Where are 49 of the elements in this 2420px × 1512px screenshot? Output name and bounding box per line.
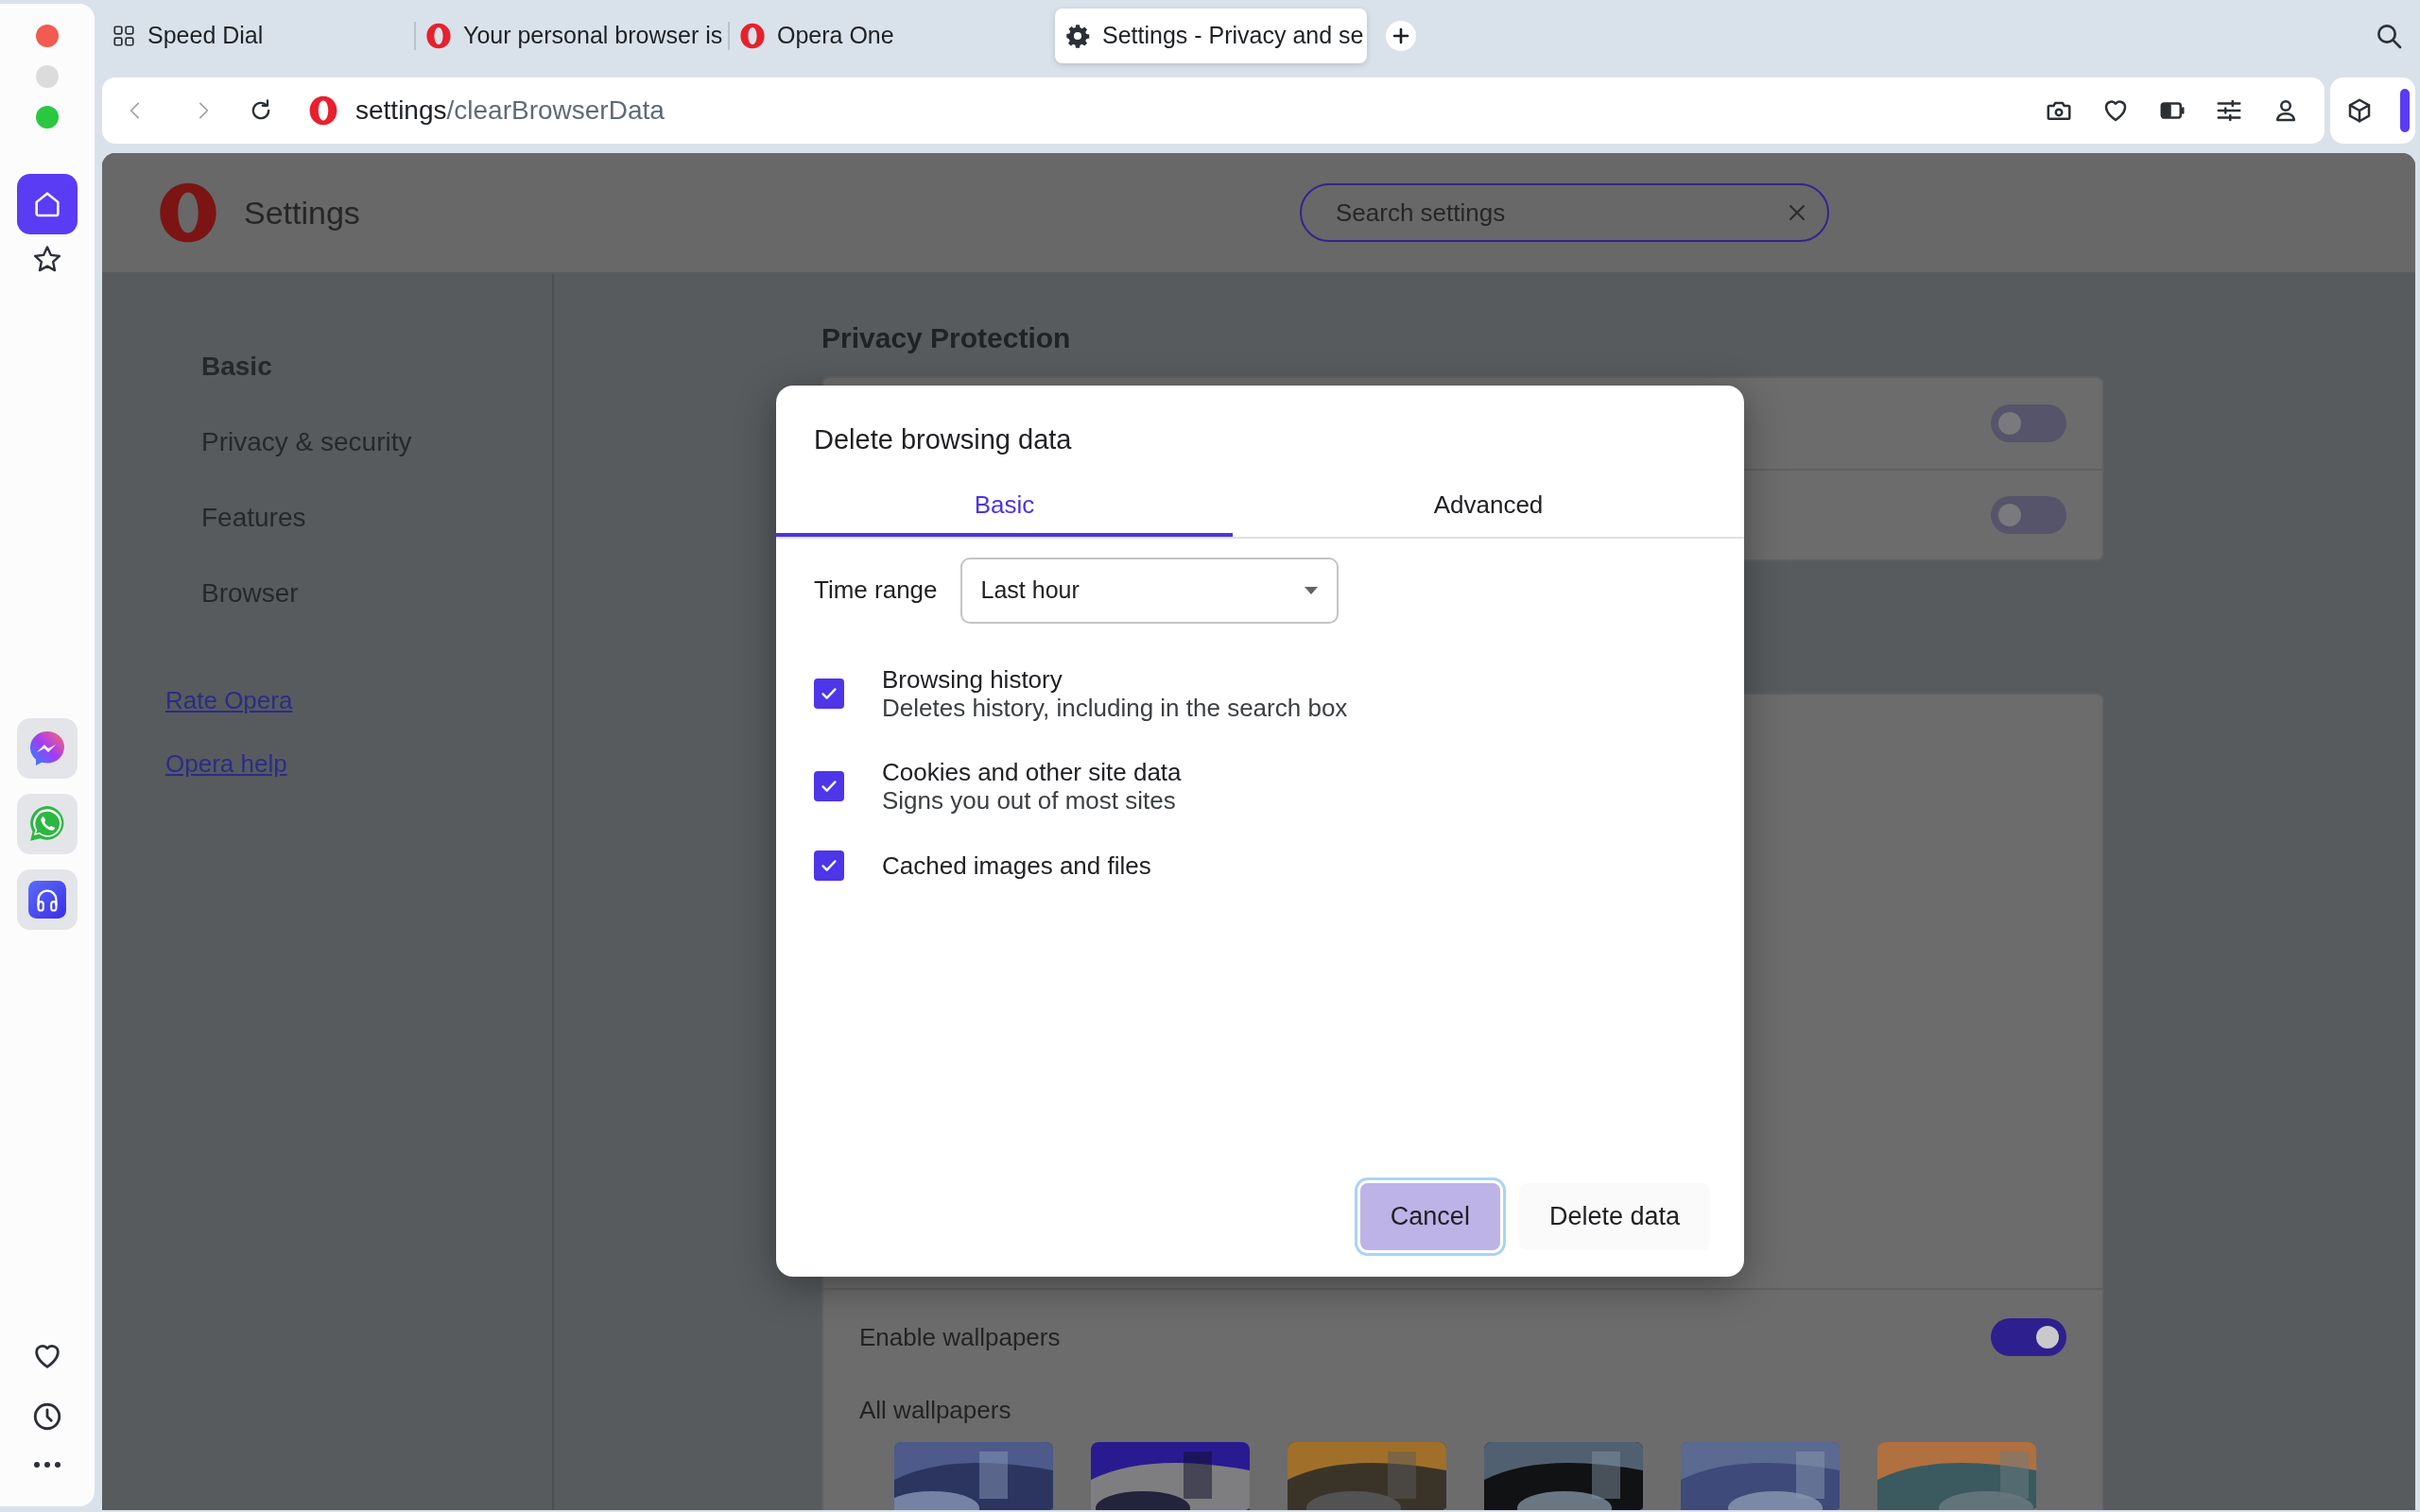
caret-icon	[1304, 586, 1318, 594]
delete-button[interactable]: Delete data	[1518, 1183, 1710, 1250]
setting-label: Enable wallpapers	[859, 1321, 1061, 1353]
toggle-switch[interactable]	[1991, 496, 2066, 534]
chat-bubble-icon	[28, 730, 66, 767]
field-label: Time range	[814, 575, 938, 606]
address-bar[interactable]: settings/clearBrowserData	[102, 77, 2325, 144]
option-description: Signs you out of most sites	[882, 785, 1177, 815]
opera-logo-icon	[157, 181, 219, 244]
option-label: Browsing history	[882, 664, 1063, 694]
more-icon	[33, 1461, 61, 1469]
sidebar-indicator	[2400, 89, 2410, 132]
page-title: Settings	[244, 193, 360, 232]
checkbox[interactable]	[814, 678, 844, 709]
setting-label: All wallpapers	[858, 1395, 1012, 1426]
dialog-tab[interactable]: Basic	[776, 473, 1233, 537]
headphones-icon	[27, 880, 67, 919]
option-label: Cached images and files	[882, 850, 1151, 880]
opera-logo-icon	[425, 23, 452, 49]
close-light[interactable]	[36, 25, 59, 47]
music-app-button[interactable]	[17, 869, 78, 930]
browser-tab[interactable]: Your personal browser is	[416, 9, 728, 63]
opera-logo-icon	[739, 23, 766, 49]
browser-tab[interactable]: Opera One	[730, 9, 1042, 63]
more-button[interactable]	[33, 1461, 61, 1469]
option-label: Cookies and other site data	[882, 757, 1182, 786]
phone-chat-app-button[interactable]	[17, 794, 78, 854]
browser-tab[interactable]: Speed Dial	[102, 9, 414, 63]
plus-icon	[1392, 27, 1409, 44]
new-tab-button[interactable]	[1386, 21, 1416, 51]
history-button[interactable]	[31, 1400, 63, 1433]
gear-icon	[1064, 23, 1091, 49]
search-field[interactable]: Search settings	[1300, 183, 1829, 242]
checkbox[interactable]	[814, 770, 844, 801]
dialog-tab[interactable]: Advanced	[1233, 473, 1744, 537]
home-button[interactable]	[17, 174, 78, 234]
option-description: Deletes history, including in the search box	[882, 693, 1348, 722]
clock-icon	[31, 1400, 63, 1433]
toggle-switch[interactable]	[1991, 404, 2066, 442]
toggle-switch[interactable]	[1991, 1318, 2066, 1356]
chat-app-button[interactable]	[17, 718, 78, 779]
checkbox[interactable]	[814, 850, 844, 881]
time-range-dropdown[interactable]: Last hour	[959, 557, 1339, 624]
dialog-title: Delete browsing data	[814, 423, 1073, 456]
grid-icon	[112, 24, 136, 48]
section-title: Privacy Protection	[821, 321, 1072, 355]
browser-tab[interactable]: Settings - Privacy and se	[1055, 9, 1367, 63]
opera-logo-icon	[308, 95, 338, 126]
url-text[interactable]: settings/clearBrowserData	[355, 91, 665, 130]
